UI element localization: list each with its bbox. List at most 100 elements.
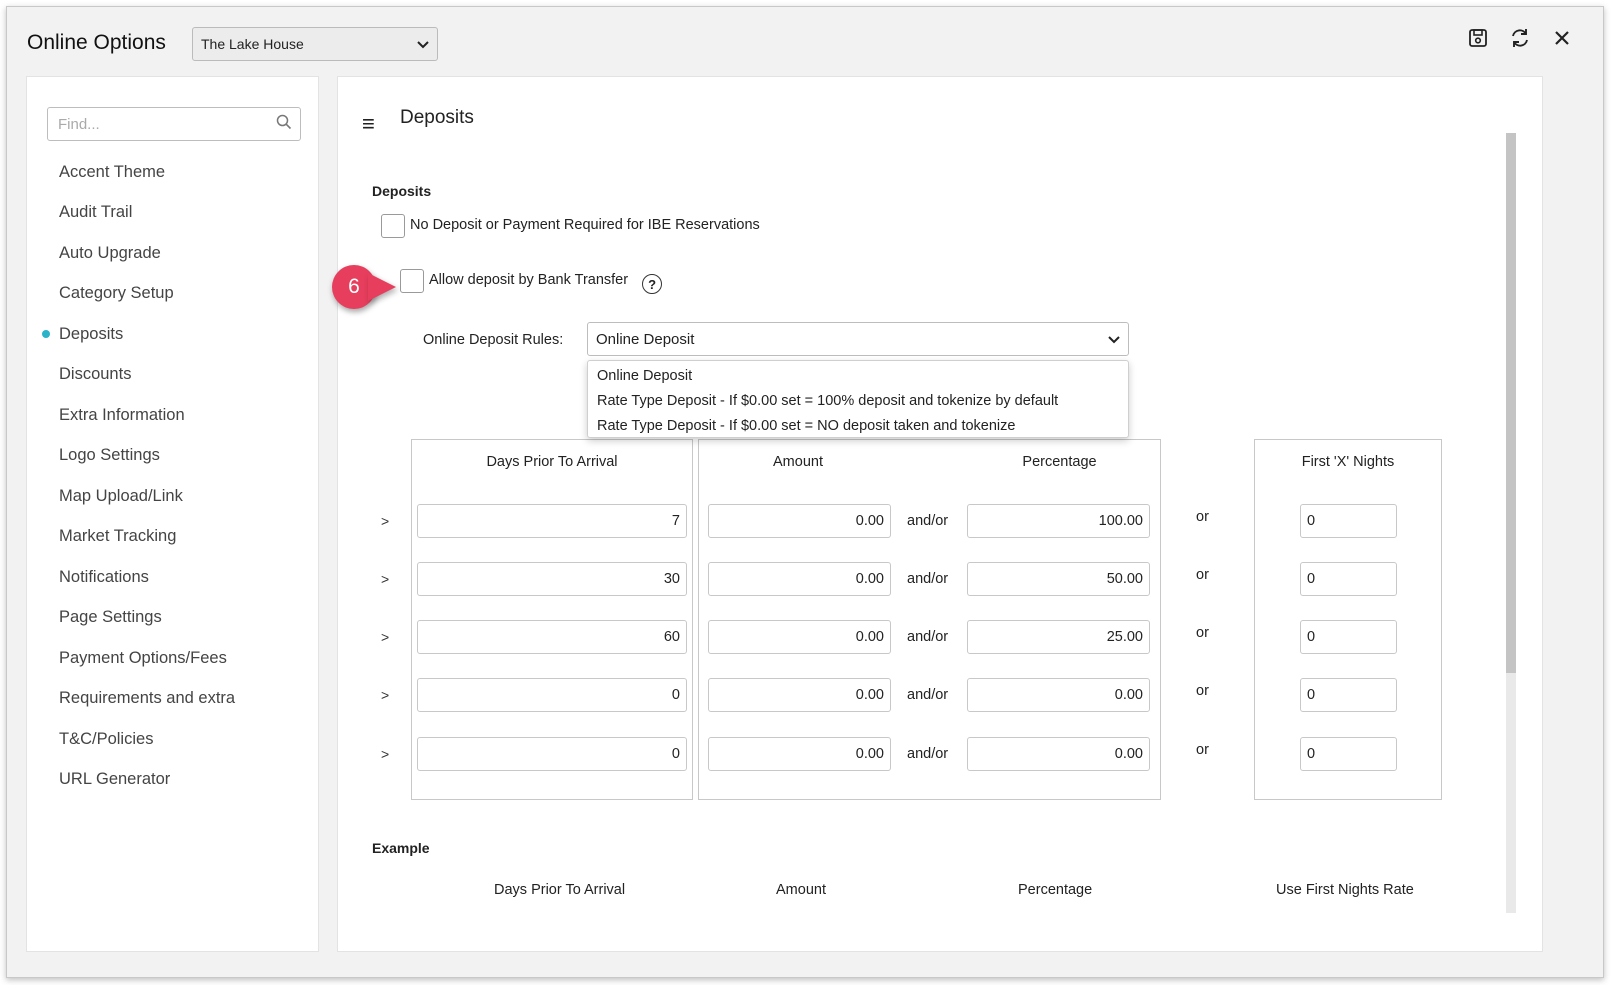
sidebar-item[interactable]: Accent Theme <box>27 152 318 193</box>
days-prior-input[interactable]: 0 <box>417 678 687 712</box>
sidebar-item[interactable]: Requirements and extra <box>27 679 318 720</box>
scrollbar-thumb[interactable] <box>1506 133 1516 673</box>
search-field[interactable] <box>47 107 301 141</box>
sidebar-item-label: Deposits <box>59 324 124 343</box>
sidebar-item-label: Page Settings <box>59 608 162 627</box>
days-prior-input[interactable]: 60 <box>417 620 687 654</box>
first-nights-input[interactable]: 0 <box>1300 678 1397 712</box>
hamburger-menu-icon[interactable]: ≡ <box>362 111 375 137</box>
sidebar-item-label: Map Upload/Link <box>59 486 183 505</box>
percentage-input[interactable]: 0.00 <box>967 737 1150 771</box>
chevron-down-icon <box>1108 331 1120 348</box>
sidebar-nav: Accent Theme Audit Trail Auto Upgrade Categ… <box>27 152 318 800</box>
row-prefix: > <box>381 746 390 762</box>
sidebar-item[interactable]: Auto Upgrade <box>27 233 318 274</box>
callout-arrow <box>368 273 396 301</box>
rules-option[interactable]: Online Deposit <box>588 363 1128 388</box>
active-indicator-dot <box>42 330 50 339</box>
page-title: Deposits <box>400 107 474 128</box>
rules-dropdown-list: Online Deposit Rate Type Deposit - If $0… <box>587 360 1129 438</box>
sidebar-item-label: T&C/Policies <box>59 729 154 748</box>
example-percentage-header: Percentage <box>1018 882 1093 898</box>
search-icon[interactable] <box>276 114 292 135</box>
days-prior-input[interactable]: 0 <box>417 737 687 771</box>
example-days-header: Days Prior To Arrival <box>494 882 626 898</box>
no-deposit-checkbox[interactable] <box>381 214 405 238</box>
sidebar-item[interactable]: Audit Trail <box>27 193 318 234</box>
property-select-value: The Lake House <box>201 36 304 52</box>
online-options-window: Online Options The Lake House Accent The… <box>6 6 1604 978</box>
sidebar-item-label: URL Generator <box>59 770 171 789</box>
example-amount-header: Amount <box>776 882 826 898</box>
or-label: or <box>1196 742 1209 758</box>
search-input[interactable] <box>56 114 276 134</box>
sidebar-item-label: Auto Upgrade <box>59 243 161 262</box>
andor-label: and/or <box>907 746 949 762</box>
sidebar-item[interactable]: T&C/Policies <box>27 719 318 760</box>
chevron-down-icon <box>417 36 429 52</box>
percentage-input[interactable]: 100.00 <box>967 504 1150 538</box>
percentage-input[interactable]: 50.00 <box>967 562 1150 596</box>
or-label: or <box>1196 567 1209 583</box>
first-nights-input[interactable]: 0 <box>1300 737 1397 771</box>
days-prior-input[interactable]: 7 <box>417 504 687 538</box>
vertical-scrollbar[interactable] <box>1506 133 1516 913</box>
sidebar-item-label: Market Tracking <box>59 527 177 546</box>
sidebar-item-label: Audit Trail <box>59 203 133 222</box>
close-icon[interactable] <box>1551 27 1573 49</box>
amount-input[interactable]: 0.00 <box>708 562 891 596</box>
sidebar-item[interactable]: Market Tracking <box>27 517 318 558</box>
property-select[interactable]: The Lake House <box>192 27 438 61</box>
row-prefix: > <box>381 513 390 529</box>
first-nights-input[interactable]: 0 <box>1300 504 1397 538</box>
sidebar-item-label: Accent Theme <box>59 162 166 181</box>
first-nights-input[interactable]: 0 <box>1300 620 1397 654</box>
sidebar-item-label: Requirements and extra <box>59 689 236 708</box>
first-nights-header: First 'X' Nights <box>1301 454 1395 470</box>
andor-label: and/or <box>907 571 949 587</box>
help-icon[interactable]: ? <box>642 274 663 294</box>
deposits-section-label: Deposits <box>372 183 432 199</box>
sidebar-item[interactable]: Page Settings <box>27 598 318 639</box>
amount-input[interactable]: 0.00 <box>708 504 891 538</box>
rules-select-value: Online Deposit <box>596 330 695 348</box>
bank-transfer-checkbox[interactable] <box>400 269 424 293</box>
sidebar-item[interactable]: Map Upload/Link <box>27 476 318 517</box>
amount-input[interactable]: 0.00 <box>708 620 891 654</box>
sidebar-item[interactable]: Logo Settings <box>27 436 318 477</box>
save-icon[interactable] <box>1467 27 1489 49</box>
sidebar-item-label: Discounts <box>59 365 132 384</box>
percentage-input[interactable]: 0.00 <box>967 678 1150 712</box>
sidebar-item[interactable]: Discounts <box>27 355 318 396</box>
amount-input[interactable]: 0.00 <box>708 737 891 771</box>
sidebar-item[interactable]: Payment Options/Fees <box>27 638 318 679</box>
sidebar-item-label: Logo Settings <box>59 446 160 465</box>
online-deposit-rules-select[interactable]: Online Deposit <box>587 322 1129 356</box>
sidebar-item[interactable]: Category Setup <box>27 274 318 315</box>
percentage-header: Percentage <box>1022 454 1097 470</box>
row-prefix: > <box>381 571 390 587</box>
or-label: or <box>1196 509 1209 525</box>
sidebar-item-label: Notifications <box>59 567 149 586</box>
days-prior-header: Days Prior To Arrival <box>486 454 618 470</box>
sidebar-item-label: Payment Options/Fees <box>59 648 227 667</box>
days-prior-input[interactable]: 30 <box>417 562 687 596</box>
example-first-nights-header: Use First Nights Rate <box>1276 882 1414 898</box>
window-title: Online Options <box>27 31 166 54</box>
sidebar-item[interactable]: Deposits <box>27 314 318 355</box>
andor-label: and/or <box>907 629 949 645</box>
first-nights-input[interactable]: 0 <box>1300 562 1397 596</box>
no-deposit-label: No Deposit or Payment Required for IBE R… <box>410 217 760 233</box>
rules-option[interactable]: Rate Type Deposit - If $0.00 set = NO de… <box>588 413 1128 438</box>
percentage-input[interactable]: 25.00 <box>967 620 1150 654</box>
sidebar-item[interactable]: Notifications <box>27 557 318 598</box>
rules-option[interactable]: Rate Type Deposit - If $0.00 set = 100% … <box>588 388 1128 413</box>
row-prefix: > <box>381 629 390 645</box>
sidebar-item[interactable]: Extra Information <box>27 395 318 436</box>
refresh-icon[interactable] <box>1509 27 1531 49</box>
main-panel: ≡ Deposits Deposits No Deposit or Paymen… <box>337 76 1543 952</box>
sidebar-item[interactable]: URL Generator <box>27 760 318 801</box>
row-prefix: > <box>381 687 390 703</box>
bank-transfer-label: Allow deposit by Bank Transfer <box>429 272 629 288</box>
amount-input[interactable]: 0.00 <box>708 678 891 712</box>
